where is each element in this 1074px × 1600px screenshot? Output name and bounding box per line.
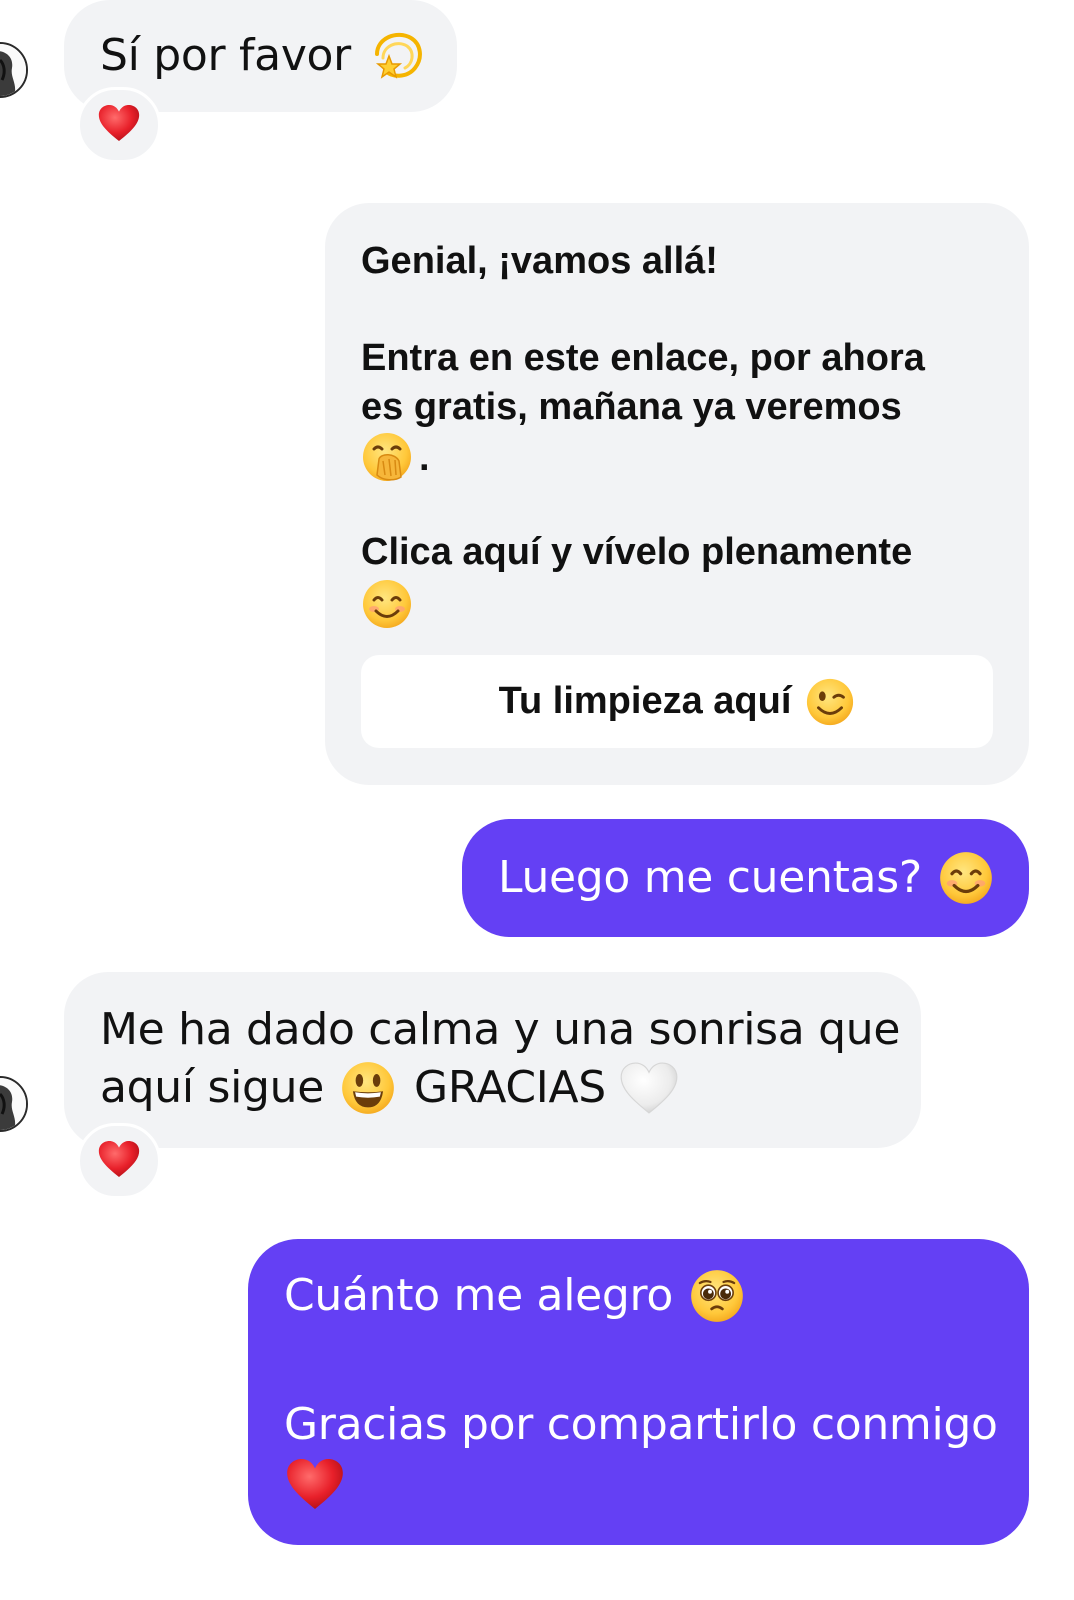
red-heart-icon xyxy=(286,1457,344,1511)
smiling-face-icon xyxy=(938,850,994,906)
contact-avatar[interactable] xyxy=(0,1076,28,1132)
incoming-message-bubble[interactable]: Me ha dado calma y una sonrisa que aquí … xyxy=(64,972,921,1148)
message-text: GRACIAS xyxy=(414,1062,606,1113)
message-line: aquí sigue GRACIAS xyxy=(100,1059,678,1117)
contact-avatar[interactable] xyxy=(0,42,28,98)
card-title: Genial, ¡vamos allá! xyxy=(361,240,718,282)
message-line: Cuánto me alegro xyxy=(284,1267,745,1325)
message-text: Gracias por compartirlo conmigo xyxy=(284,1399,998,1450)
grinning-face-icon xyxy=(340,1060,396,1116)
heart-reaction-icon xyxy=(98,1140,140,1182)
winking-face-icon xyxy=(805,677,855,727)
outgoing-message-bubble[interactable]: Luego me cuentas? xyxy=(462,819,1029,937)
card-paragraph-line: Entra en este enlace, por ahora xyxy=(361,337,925,379)
hand-over-mouth-icon xyxy=(361,431,413,483)
card-emoji-line xyxy=(361,578,413,630)
message-text: aquí sigue xyxy=(100,1062,325,1113)
heart-reaction-icon xyxy=(98,104,140,146)
message-text: Sí por favor xyxy=(100,30,351,81)
white-heart-icon xyxy=(620,1061,678,1115)
reaction-badge[interactable] xyxy=(77,1123,161,1199)
card-paragraph-line: es gratis, mañana ya veremos xyxy=(361,386,902,428)
pleading-face-icon xyxy=(689,1268,745,1324)
reaction-badge[interactable] xyxy=(77,87,161,163)
outgoing-message-bubble[interactable]: Cuánto me alegro Gracias por compartirlo… xyxy=(248,1239,1029,1545)
card-emoji-line: . xyxy=(361,431,430,483)
smiling-face-icon xyxy=(361,578,413,630)
message-text: Luego me cuentas? xyxy=(498,852,922,903)
message-text: Me ha dado calma y una sonrisa que xyxy=(100,1004,901,1055)
dizzy-icon xyxy=(367,24,427,84)
link-button[interactable]: Tu limpieza aquí xyxy=(361,655,993,748)
message-line xyxy=(286,1457,344,1511)
message-text: Cuánto me alegro xyxy=(284,1270,673,1321)
card-paragraph-line: Clica aquí y vívelo plenamente xyxy=(361,531,913,573)
outgoing-card-bubble[interactable]: Genial, ¡vamos allá! Entra en este enlac… xyxy=(325,203,1029,785)
card-paragraph-suffix: . xyxy=(419,437,430,479)
link-button-label: Tu limpieza aquí xyxy=(498,680,792,722)
